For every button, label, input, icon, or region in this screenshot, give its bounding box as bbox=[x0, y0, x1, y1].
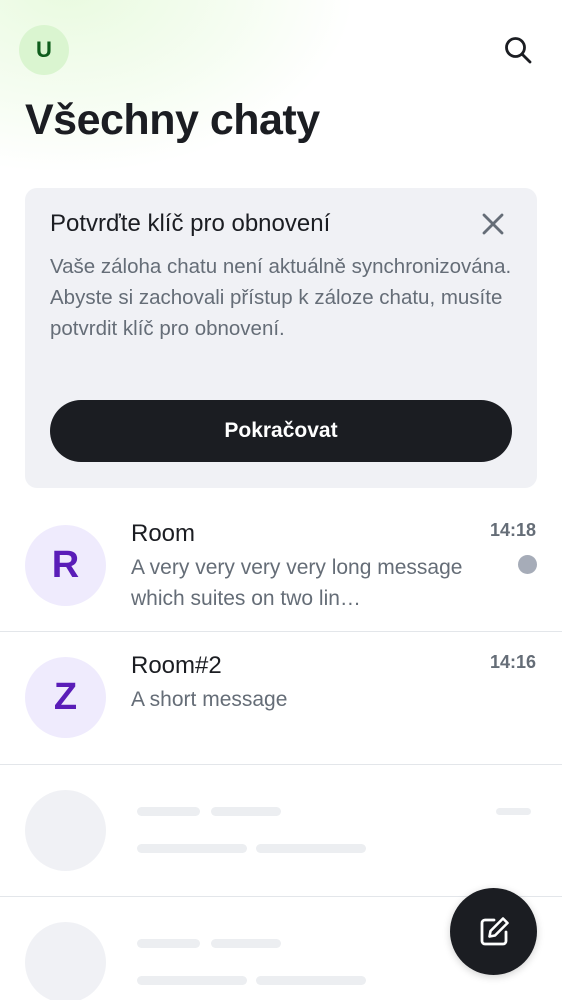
room-name: Room bbox=[131, 520, 196, 547]
banner-close-button[interactable] bbox=[479, 210, 507, 238]
room-avatar: Z bbox=[25, 657, 106, 738]
compose-button[interactable] bbox=[450, 888, 537, 975]
room-list-item[interactable]: R Room A very very very very long messag… bbox=[0, 500, 562, 632]
skeleton-line bbox=[256, 844, 366, 853]
continue-button[interactable]: Pokračovat bbox=[50, 400, 512, 462]
recovery-key-banner: Potvrďte klíč pro obnovení Vaše záloha c… bbox=[25, 188, 537, 488]
room-timestamp: 14:18 bbox=[489, 520, 536, 540]
skeleton-avatar bbox=[25, 790, 106, 871]
close-icon bbox=[482, 213, 504, 235]
user-avatar[interactable]: U bbox=[19, 25, 69, 75]
search-icon bbox=[505, 37, 532, 64]
skeleton-line bbox=[211, 939, 281, 948]
unread-indicator bbox=[518, 555, 537, 574]
skeleton-line bbox=[137, 844, 247, 853]
skeleton-line bbox=[137, 807, 200, 816]
skeleton-avatar bbox=[25, 922, 106, 1000]
room-avatar: R bbox=[25, 525, 106, 606]
skeleton-line bbox=[211, 807, 281, 816]
skeleton-line bbox=[137, 976, 247, 985]
room-last-message: A short message bbox=[131, 688, 288, 711]
skeleton-line bbox=[496, 808, 531, 815]
room-name: Room#2 bbox=[131, 652, 222, 679]
room-list-item[interactable]: Z Room#2 A short message 14:16 bbox=[0, 632, 562, 764]
skeleton-line bbox=[137, 939, 200, 948]
search-button[interactable] bbox=[496, 28, 540, 72]
top-bar: U bbox=[0, 0, 562, 100]
room-skeleton bbox=[0, 765, 562, 897]
banner-description: Vaše záloha chatu není aktuálně synchron… bbox=[50, 255, 512, 340]
page-title: Všechny chaty bbox=[25, 96, 320, 144]
compose-icon bbox=[480, 916, 509, 945]
room-last-message: A very very very very long message which… bbox=[131, 556, 463, 610]
chat-list-screen: U Všechny chaty Potvrďte klíč pro obnove… bbox=[0, 0, 562, 1000]
banner-title: Potvrďte klíč pro obnovení bbox=[50, 210, 331, 237]
room-timestamp: 14:16 bbox=[489, 652, 536, 672]
skeleton-line bbox=[256, 976, 366, 985]
